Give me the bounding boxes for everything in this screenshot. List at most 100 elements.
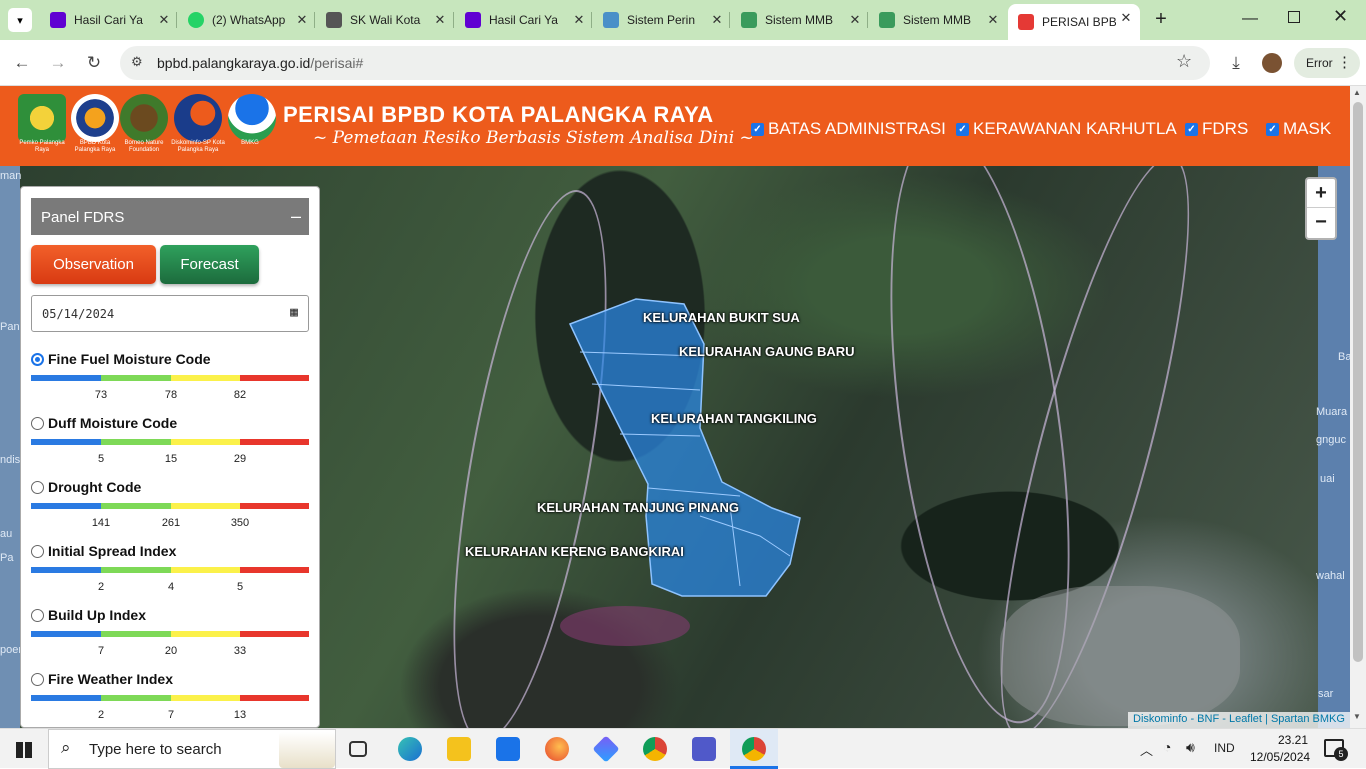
checkbox-checked-icon[interactable]: ✓ [1185,122,1198,136]
kelurahan-label: KELURAHAN GAUNG BARU [679,344,855,359]
radio-icon[interactable] [31,417,44,430]
scale-segment [240,503,309,509]
bpbd-icon [1018,14,1034,30]
checkbox-checked-icon[interactable]: ✓ [1266,122,1279,136]
tab-title: Sistem MMB [903,13,972,27]
edge-icon[interactable] [398,737,422,761]
radio-icon[interactable] [31,609,44,622]
browser-tab[interactable]: Sistem MMB ✕ [731,6,869,34]
page-scrollbar[interactable]: ▲ ▼ [1350,86,1366,728]
forecast-button[interactable]: Forecast [160,245,259,284]
close-window-button[interactable]: ✕ [1333,6,1348,27]
scroll-down-arrow-icon[interactable]: ▼ [1353,712,1361,721]
browser-tab[interactable]: SK Wali Kota ✕ [316,6,454,34]
browser-tab[interactable]: (2) WhatsApp ✕ [178,6,316,34]
download-icon[interactable]: ⤓ [1223,50,1249,76]
browser-tab[interactable]: Sistem MMB ✕ [869,6,1007,34]
address-bar[interactable]: ⚙ bpbd.palangkaraya.go.id/perisai# ☆ [120,46,1210,80]
browser-tab[interactable]: Sistem Perin ✕ [593,6,731,34]
mail-icon[interactable] [496,737,520,761]
close-tab-icon[interactable]: ✕ [292,10,312,30]
close-tab-icon[interactable]: ✕ [707,10,727,30]
logo-caption: BPBD Kota Palangka Raya [74,140,116,153]
layer-toggle-batas-administrasi[interactable]: ✓ BATAS ADMINISTRASI [751,119,946,139]
site-settings-icon[interactable]: ⚙ [131,54,143,70]
radio-selected-icon[interactable] [31,353,44,366]
teams-icon[interactable] [692,737,716,761]
calendar-icon[interactable]: ▦ [290,305,298,320]
app-icon[interactable] [592,735,620,763]
scale-tick-label: 7 [97,645,105,657]
panel-title: Panel FDRS [41,209,125,226]
layer-toggle-fdrs[interactable]: ✓ FDRS [1185,119,1248,139]
observation-button[interactable]: Observation [31,245,156,284]
page-subtitle: ~ Pemetaan Resiko Berbasis Sistem Analis… [313,128,754,148]
scale-tick-label: 5 [236,581,244,593]
new-tab-button[interactable]: + [1150,8,1172,30]
checkbox-checked-icon[interactable]: ✓ [751,122,764,136]
map-attribution[interactable]: Diskominfo - BNF - Leaflet | Spartan BMK… [1128,712,1350,728]
close-tab-icon[interactable]: ✕ [154,10,174,30]
checkbox-checked-icon[interactable]: ✓ [956,122,969,136]
radio-icon[interactable] [31,545,44,558]
index-color-scale [31,375,309,381]
profile-avatar[interactable] [1262,53,1282,73]
scale-tick-label: 7 [167,709,175,721]
browser-tab[interactable]: Hasil Cari Ya ✕ [40,6,178,34]
browser-tab[interactable]: Hasil Cari Ya ✕ [455,6,593,34]
layer-toggle-mask[interactable]: ✓ MASK [1266,119,1331,139]
scroll-up-arrow-icon[interactable]: ▲ [1353,88,1361,97]
scale-tick-label: 13 [233,709,247,721]
close-tab-icon[interactable]: ✕ [569,10,589,30]
reload-icon[interactable]: ↻ [81,50,107,76]
wifi-icon[interactable]: ◔ [1163,739,1171,755]
scale-segment [31,631,101,637]
bookmark-star-icon[interactable]: ☆ [1176,51,1192,72]
tab-title: SK Wali Kota [350,13,421,27]
minimize-button[interactable]: — [1240,10,1260,28]
scale-segment [31,695,101,701]
search-icon: ⌕ [61,738,71,757]
radio-icon[interactable] [31,673,44,686]
firefox-icon[interactable] [545,737,569,761]
taskbar-search-input[interactable]: ⌕ Type here to search [48,729,336,769]
menu-kebab-icon[interactable]: ⋮ [1337,53,1352,71]
back-icon[interactable]: ← [9,50,35,76]
task-view-icon[interactable] [349,741,367,757]
language-indicator[interactable]: IND [1214,741,1235,755]
close-tab-icon[interactable]: ✕ [845,10,865,30]
yahoo-icon [465,12,481,28]
scale-segment [171,695,240,701]
zoom-out-button[interactable]: − [1307,208,1335,237]
restore-button[interactable] [1288,11,1300,23]
date-input[interactable]: 05/14/2024 ▦ [31,295,309,332]
panel-header[interactable]: Panel FDRS – [31,198,309,235]
tab-separator [453,12,454,28]
collapse-icon[interactable]: – [291,206,301,227]
error-button[interactable]: Error ⋮ [1294,48,1360,78]
chrome-icon[interactable] [643,737,667,761]
show-hidden-icons-icon[interactable]: ︿ [1140,740,1153,759]
url-text[interactable]: bpbd.palangkaraya.go.id/perisai# [157,55,363,71]
scale-segment [171,439,240,445]
system-clock[interactable]: 23.21 12/05/2024 [1250,732,1310,766]
volume-icon[interactable]: 🔊︎ [1186,739,1195,756]
radio-icon[interactable] [31,481,44,494]
chrome-icon[interactable] [742,737,766,761]
zoom-in-button[interactable]: + [1307,179,1335,208]
file-explorer-icon[interactable] [447,737,471,761]
browser-tab[interactable]: PERISAI BPBD✕ [1008,4,1140,40]
windows-start-icon[interactable] [16,742,32,758]
tab-separator [176,12,177,28]
scale-segment [240,631,309,637]
layer-toggle-kerawanan-karhutla[interactable]: ✓ KERAWANAN KARHUTLA [956,119,1177,139]
close-tab-icon[interactable]: ✕ [983,10,1003,30]
scale-segment [240,439,309,445]
close-tab-icon[interactable]: ✕ [1116,8,1136,28]
forward-icon[interactable]: → [45,50,71,76]
scale-segment [171,503,240,509]
scroll-thumb[interactable] [1353,102,1363,662]
tab-search-icon[interactable]: ▾ [8,8,32,32]
scale-segment [101,375,171,381]
close-tab-icon[interactable]: ✕ [430,10,450,30]
